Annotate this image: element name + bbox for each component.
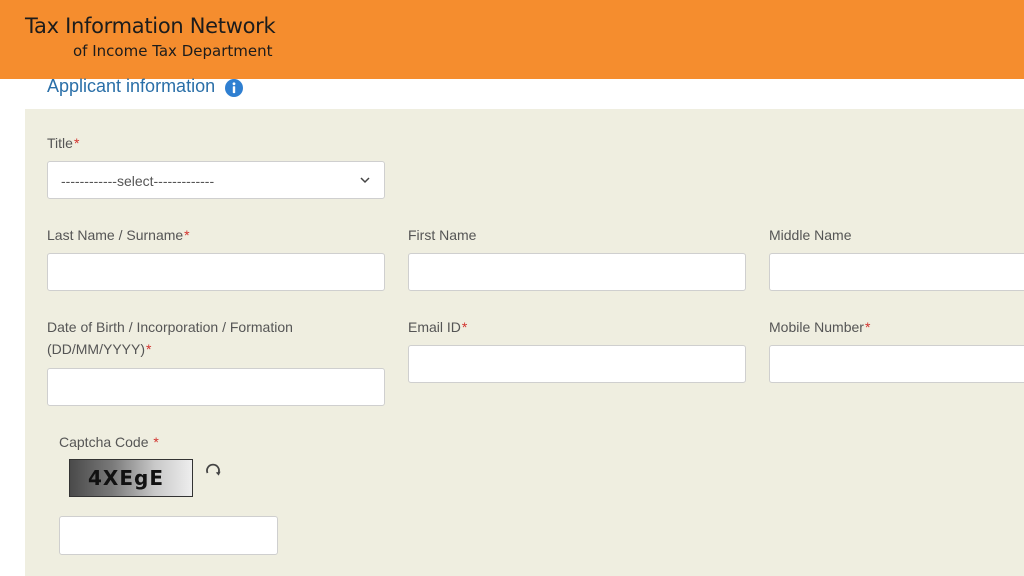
captcha-field-wrapper [59,516,278,555]
first-name-field-wrapper [408,253,746,291]
email-input[interactable] [409,346,745,382]
email-field-wrapper [408,345,746,383]
refresh-icon[interactable] [204,462,222,480]
captcha-image: 4XEgE [69,459,193,497]
site-header: Tax Information Network of Income Tax De… [0,0,1024,79]
middle-name-field-wrapper [769,253,1024,291]
title-select-value: ------------select------------- [61,173,215,189]
captcha-input[interactable] [60,517,277,554]
required-marker: * [184,227,190,243]
required-marker: * [461,319,468,335]
mobile-field-wrapper [769,345,1024,383]
first-name-label: First Name [408,227,477,243]
chevron-down-icon [360,177,370,184]
middle-name-label: Middle Name [769,227,852,243]
dob-field-wrapper [47,368,385,406]
last-name-input[interactable] [48,254,384,290]
logo-subtitle: of Income Tax Department [73,42,273,60]
first-name-input[interactable] [409,254,745,290]
title-label: Title* [47,135,80,151]
logo-title: Tax Information Network [25,14,276,38]
dob-label-line2: (DD/MM/YYYY)* [47,341,152,357]
mobile-label: Mobile Number* [769,319,871,335]
captcha-label: Captcha Code * [59,434,159,450]
required-marker: * [73,135,80,151]
dob-input[interactable] [48,369,384,405]
email-label: Email ID* [408,319,468,335]
info-circle-icon[interactable] [225,79,243,97]
captcha-code: 4XEgE [88,466,164,490]
required-marker: * [153,434,159,450]
required-marker: * [864,319,871,335]
title-select[interactable]: ------------select------------- [47,161,385,199]
section-title: Applicant information [47,76,216,96]
last-name-field-wrapper [47,253,385,291]
dob-label-line1: Date of Birth / Incorporation / Formatio… [47,319,293,335]
required-marker: * [146,341,152,357]
middle-name-input[interactable] [770,254,1024,290]
mobile-input[interactable] [770,346,1024,382]
last-name-label: Last Name / Surname* [47,227,190,243]
